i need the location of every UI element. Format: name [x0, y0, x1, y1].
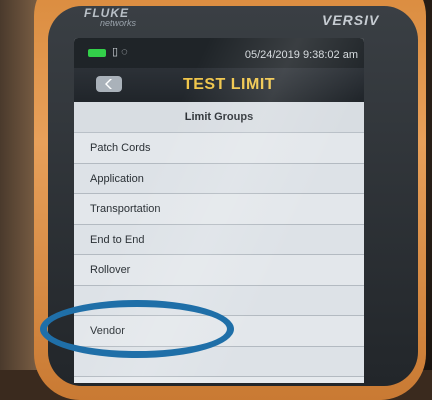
back-arrow-icon — [105, 79, 112, 89]
limit-groups-heading: Limit Groups — [74, 102, 364, 133]
card-icon: ▯ — [112, 46, 119, 58]
device-model: VERSIV — [322, 12, 380, 28]
title-bar: TEST LIMIT — [74, 68, 364, 102]
status-icons: ▯ ◌ — [112, 45, 128, 58]
signal-icon: ◌ — [121, 46, 128, 58]
list-item-application[interactable]: Application — [74, 163, 364, 194]
battery-icon — [88, 49, 106, 57]
vendor-highlight-ellipse — [40, 300, 234, 358]
list-item-transportation[interactable]: Transportation — [74, 194, 364, 225]
status-bar: ▯ ◌ 05/24/2019 9:38:02 am — [74, 38, 364, 68]
list-item-rollover[interactable]: Rollover — [74, 255, 364, 286]
list-item-end-to-end[interactable]: End to End — [74, 224, 364, 255]
device-brand-sub: networks — [100, 18, 137, 28]
back-button[interactable] — [96, 76, 122, 92]
list-item-patch-cords[interactable]: Patch Cords — [74, 133, 364, 164]
page-title: TEST LIMIT — [182, 76, 276, 93]
status-datetime: 05/24/2019 9:38:02 am — [244, 49, 358, 61]
